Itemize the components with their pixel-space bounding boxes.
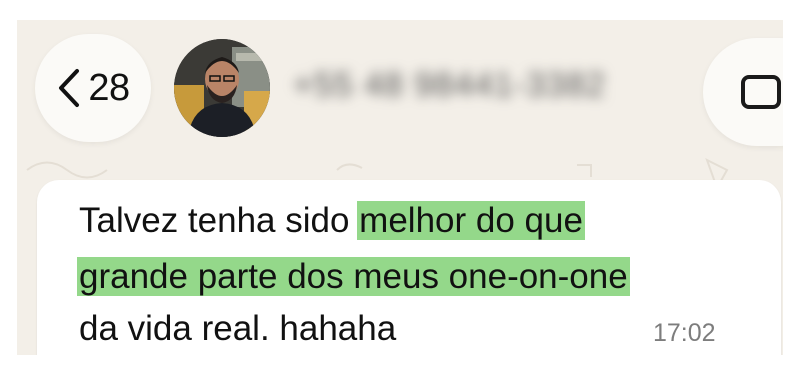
- video-call-button[interactable]: [703, 38, 783, 146]
- back-button[interactable]: 28: [35, 34, 151, 142]
- contact-name[interactable]: +55 48 98441-3382: [293, 66, 606, 105]
- chevron-left-icon: [56, 68, 82, 108]
- message-text-highlighted: melhor do que: [357, 201, 585, 240]
- message-text-plain: Talvez tenha sido: [79, 201, 360, 240]
- message-line-3: da vida real. hahaha: [79, 306, 396, 352]
- avatar[interactable]: [174, 39, 270, 137]
- unread-count: 28: [88, 66, 130, 109]
- message-timestamp: 17:02: [653, 319, 716, 347]
- video-camera-icon: [741, 75, 781, 109]
- message-line-1: Talvez tenha sido melhor do que: [79, 198, 585, 244]
- chat-screen: 28 +55 48 98441-3382 Talvez tenha sido m…: [17, 20, 783, 355]
- message-text-highlighted: grande parte dos meus one-on-one: [77, 257, 630, 296]
- message-text-plain: da vida real. hahaha: [79, 309, 397, 348]
- message-bubble[interactable]: Talvez tenha sido melhor do que grande p…: [37, 180, 781, 355]
- message-line-2: grande parte dos meus one-on-one: [77, 254, 630, 300]
